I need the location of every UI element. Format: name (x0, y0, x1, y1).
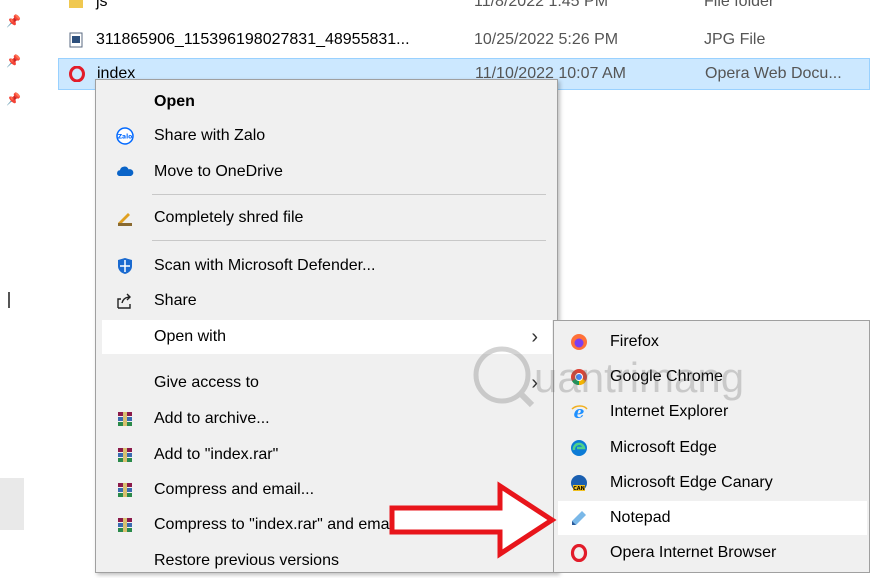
zalo-badge-text: Zalo (118, 134, 133, 141)
submenu-item-label: Google Chrome (610, 368, 723, 385)
pin-icon[interactable]: 📌 (6, 14, 21, 28)
firefox-icon (571, 334, 587, 350)
pin-icon[interactable]: 📌 (6, 92, 21, 106)
submenu-item-label: Internet Explorer (610, 403, 729, 420)
menu-item-add-to-index-rar[interactable]: Add to "index.rar" (102, 438, 552, 472)
menu-item-label: Add to "index.rar" (154, 446, 279, 463)
menu-item-give-access-to[interactable]: Give access to › (102, 366, 552, 400)
chevron-right-icon: › (531, 326, 538, 348)
zalo-icon: Zalo (116, 127, 134, 145)
menu-item-label: Scan with Microsoft Defender... (154, 257, 376, 274)
notepad-icon (572, 511, 586, 525)
navigation-pane: 📌 📌 📌 (0, 0, 24, 573)
menu-item-open[interactable]: Open (102, 85, 552, 119)
winrar-icon (118, 448, 132, 462)
file-row-js[interactable]: js 11/8/2022 1:45 PM File folder (58, 0, 870, 16)
submenu-item-microsoft-edge-canary[interactable]: CAN Microsoft Edge Canary (558, 466, 867, 500)
internet-explorer-icon: e (571, 403, 588, 421)
file-type: JPG File (704, 31, 766, 48)
red-arrow-annotation (389, 481, 557, 559)
open-with-submenu: Firefox Google Chrome e Internet Explore… (553, 320, 870, 573)
opera-icon (570, 544, 588, 562)
opera-icon (69, 66, 85, 82)
defender-shield-icon (118, 258, 132, 274)
menu-item-move-to-onedrive[interactable]: Move to OneDrive (102, 155, 552, 189)
menu-item-label: Open with (154, 328, 227, 345)
submenu-item-firefox[interactable]: Firefox (558, 325, 867, 359)
submenu-item-label: Microsoft Edge (610, 439, 717, 456)
onedrive-cloud-icon (117, 166, 134, 176)
edge-icon (571, 440, 587, 456)
menu-item-label: Share (154, 292, 197, 309)
file-name: js (96, 0, 108, 10)
menu-item-label: Give access to (154, 374, 259, 391)
menu-item-label: Add to archive... (154, 410, 270, 427)
file-date: 11/8/2022 1:45 PM (474, 0, 609, 10)
menu-item-label: Move to OneDrive (154, 163, 283, 180)
menu-item-label: Completely shred file (154, 209, 304, 226)
menu-separator (152, 240, 546, 241)
submenu-item-label: Opera Internet Browser (610, 544, 777, 561)
share-icon (117, 293, 131, 309)
file-type: File folder (704, 0, 775, 10)
shredder-icon (118, 213, 132, 226)
submenu-item-google-chrome[interactable]: Google Chrome (558, 360, 867, 394)
submenu-item-label: Notepad (610, 509, 671, 526)
folder-icon (69, 0, 83, 8)
nav-selected-item[interactable] (0, 478, 24, 530)
menu-item-share-with-zalo[interactable]: Zalo Share with Zalo (102, 119, 552, 153)
scroll-marker (8, 292, 10, 308)
menu-item-label: Open (154, 93, 195, 110)
menu-item-add-to-archive[interactable]: Add to archive... (102, 402, 552, 436)
submenu-item-label: Firefox (610, 333, 659, 350)
pin-icon[interactable]: 📌 (6, 54, 21, 68)
winrar-icon (118, 412, 132, 426)
edge-canary-icon: CAN (571, 475, 587, 492)
file-type: Opera Web Docu... (705, 65, 842, 82)
menu-item-label: Compress to "index.rar" and email (154, 516, 397, 533)
menu-item-scan-with-defender[interactable]: Scan with Microsoft Defender... (102, 249, 552, 283)
chevron-right-icon: › (531, 372, 538, 394)
menu-item-label: Share with Zalo (154, 127, 266, 144)
menu-item-open-with[interactable]: Open with › (102, 320, 552, 354)
submenu-item-microsoft-edge[interactable]: Microsoft Edge (558, 431, 867, 465)
file-row-jpg[interactable]: 311865906_115396198027831_48955831... 10… (58, 26, 870, 54)
submenu-item-internet-explorer[interactable]: e Internet Explorer (558, 395, 867, 429)
menu-item-share[interactable]: Share (102, 284, 552, 318)
file-name: 311865906_115396198027831_48955831... (96, 31, 410, 48)
menu-item-label: Compress and email... (154, 481, 315, 498)
file-date: 10/25/2022 5:26 PM (474, 31, 619, 48)
menu-item-completely-shred-file[interactable]: Completely shred file (102, 201, 552, 235)
winrar-icon (118, 483, 132, 497)
submenu-item-label: Microsoft Edge Canary (610, 474, 773, 491)
chrome-icon (571, 369, 587, 386)
image-file-icon (69, 32, 83, 48)
canary-badge-text: CAN (573, 486, 585, 492)
menu-separator (152, 194, 546, 195)
winrar-icon (118, 518, 132, 532)
submenu-item-notepad[interactable]: Notepad (558, 501, 867, 535)
submenu-item-opera-internet-browser[interactable]: Opera Internet Browser (558, 536, 867, 570)
